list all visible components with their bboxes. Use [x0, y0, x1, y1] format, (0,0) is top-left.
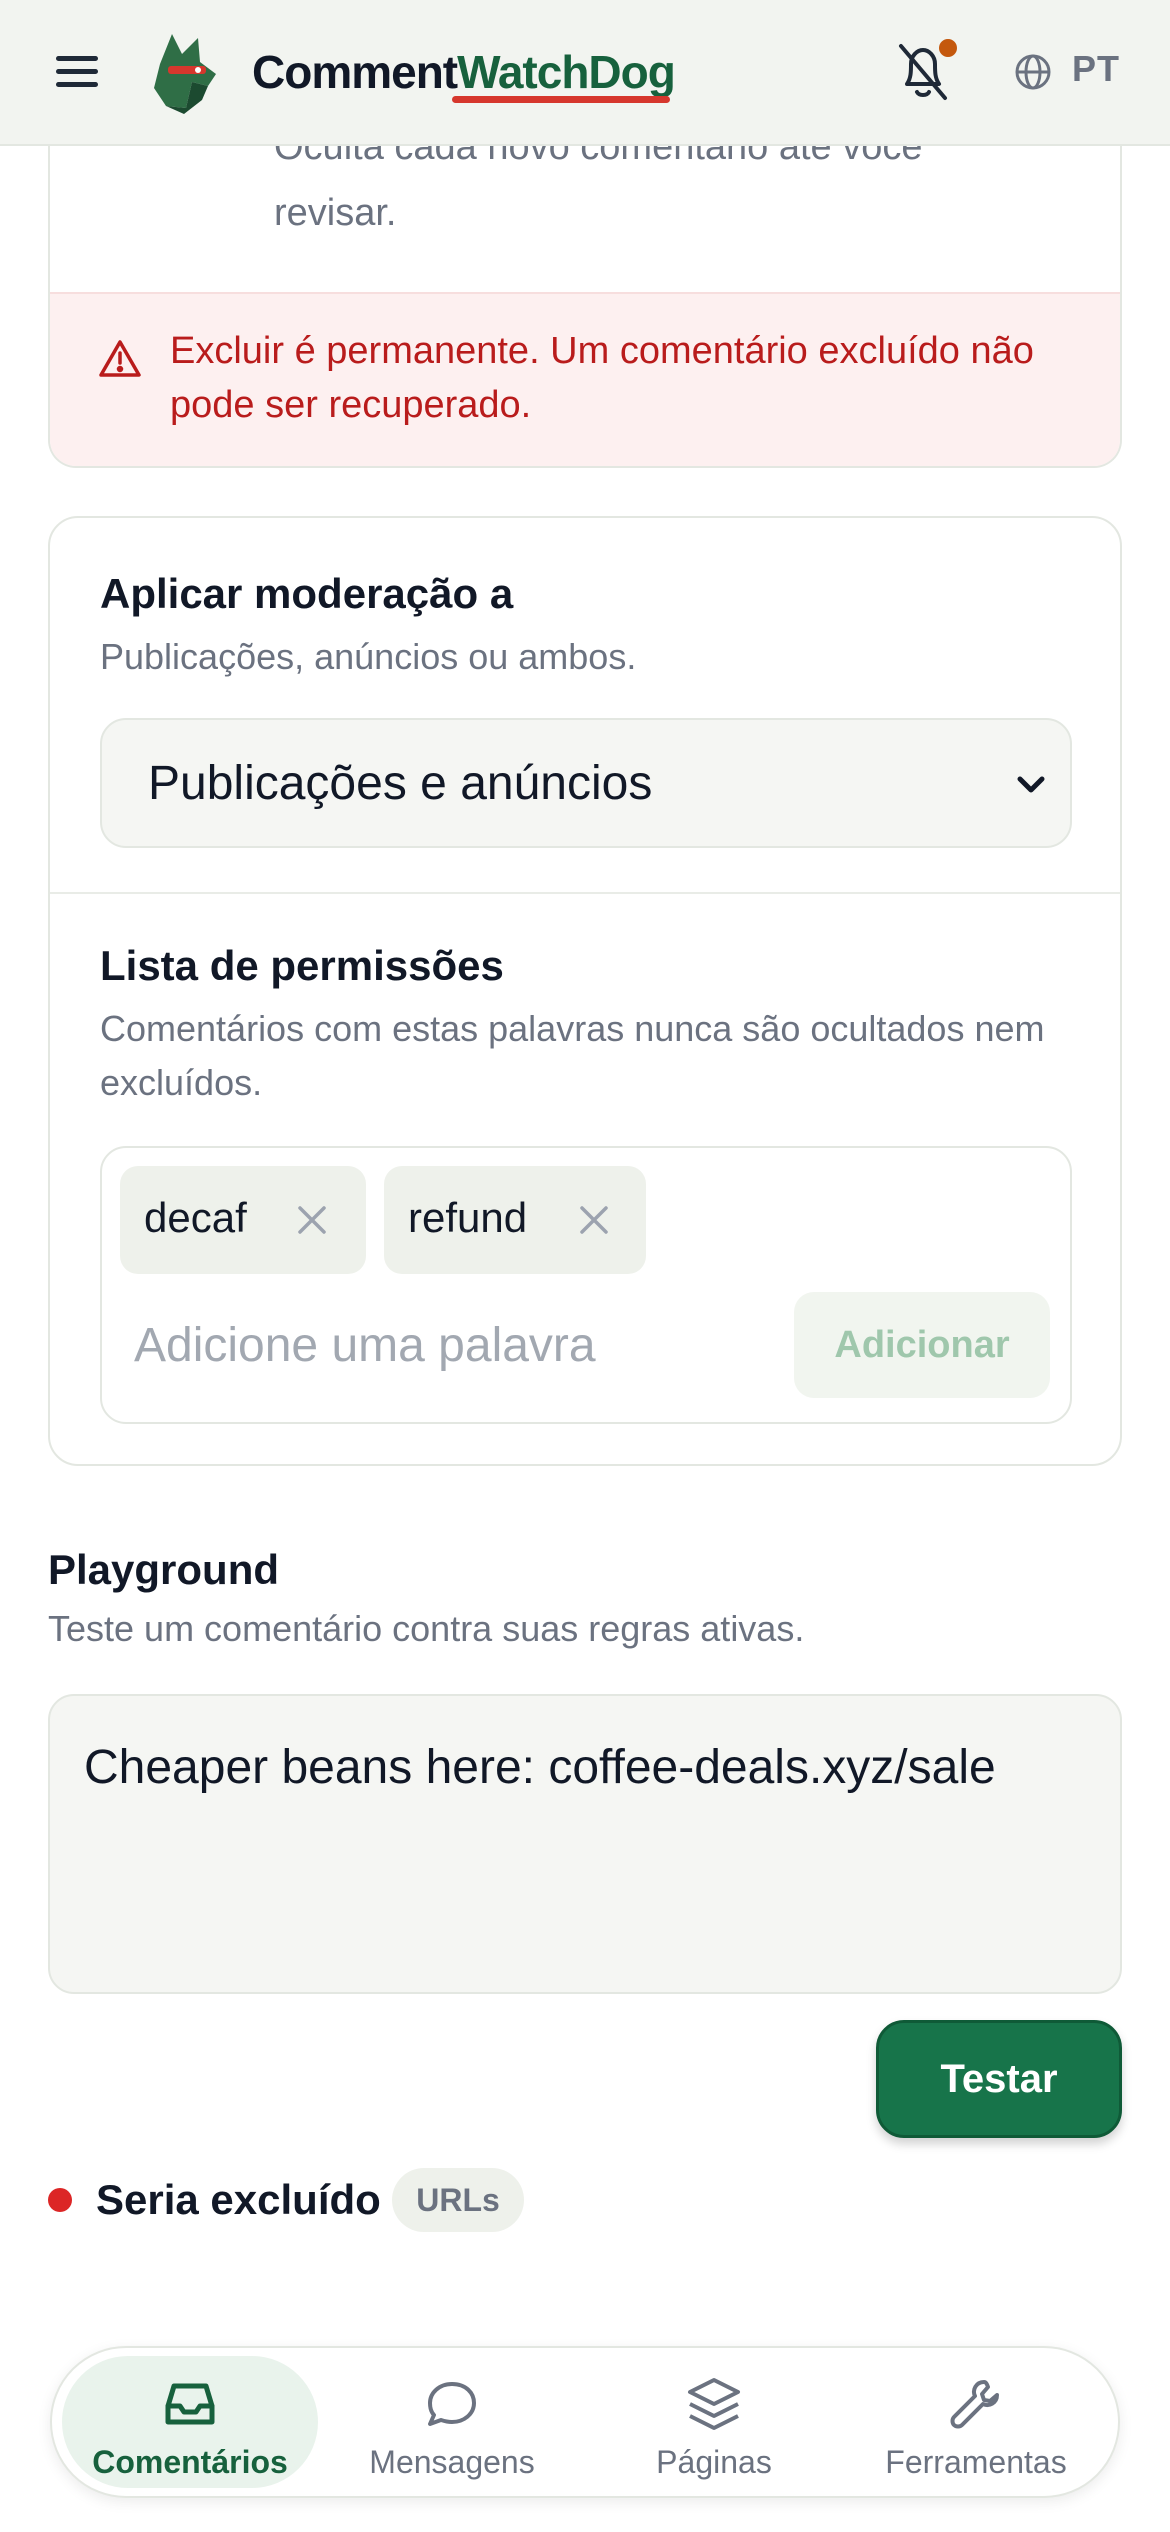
brand-underline: [452, 96, 670, 103]
select-value: Publicações e anúncios: [148, 757, 653, 810]
warning-text: Excluir é permanente. Um comentário excl…: [170, 330, 1034, 426]
menu-icon[interactable]: [54, 52, 104, 92]
tag-label: decaf: [144, 1194, 247, 1241]
watchdog-logo-icon: [154, 34, 216, 114]
brand-name[interactable]: CommentWatchDog: [252, 44, 676, 100]
inbox-icon: [165, 2383, 215, 2425]
notification-dot: [936, 36, 960, 60]
nav-item-mensagens[interactable]: Mensagens: [324, 2356, 580, 2488]
remove-tag-icon[interactable]: [574, 1200, 614, 1240]
moderation-settings-card: Aplicar moderação a Publicações, anúncio…: [48, 516, 1122, 1466]
nav-label: Páginas: [656, 2444, 772, 2480]
playground-title: Playground: [48, 1546, 280, 1593]
moderation-scope-title: Aplicar moderação a: [100, 570, 514, 617]
chevron-down-icon: [1017, 776, 1045, 793]
allowlist-description: Comentários com estas palavras nunca são…: [100, 1008, 1045, 1103]
delete-warning-banner: Excluir é permanente. Um comentário excl…: [50, 292, 1120, 466]
add-word-input[interactable]: Adicione uma palavra: [134, 1318, 596, 1373]
playground-input-value: Cheaper beans here: coffee-deals.xyz/sal…: [84, 1741, 996, 1794]
add-word-button[interactable]: Adicionar: [794, 1292, 1050, 1398]
moderation-scope-select[interactable]: Publicações e anúncios: [100, 718, 1072, 848]
app-header: CommentWatchDog PT: [0, 0, 1170, 146]
nav-label: Mensagens: [369, 2444, 535, 2480]
playground-description: Teste um comentário contra suas regras a…: [48, 1608, 805, 1649]
globe-icon[interactable]: [1013, 52, 1053, 92]
nav-item-ferramentas[interactable]: Ferramentas: [848, 2356, 1104, 2488]
allowlist-title: Lista de permissões: [100, 942, 504, 989]
test-button[interactable]: Testar: [876, 2020, 1122, 2138]
moderation-scope-description: Publicações, anúncios ou ambos.: [100, 636, 637, 677]
remove-tag-icon[interactable]: [292, 1200, 332, 1240]
nav-item-comentarios[interactable]: Comentários: [62, 2356, 318, 2488]
nav-label: Comentários: [92, 2444, 288, 2480]
wrench-icon: [950, 2380, 999, 2429]
nav-label: Ferramentas: [885, 2444, 1067, 2480]
tag-label: refund: [408, 1194, 528, 1241]
nav-item-paginas[interactable]: Páginas: [586, 2356, 842, 2488]
tag-chip: decaf: [120, 1166, 366, 1274]
chat-bubble-icon: [428, 2382, 476, 2426]
allowlist-tag-box: decaf refund Adicione uma palavra Adicio…: [100, 1146, 1072, 1424]
result-reason-badge: URLs: [392, 2168, 524, 2232]
result-label: Seria excluído: [96, 2176, 381, 2223]
warning-triangle-icon: [99, 340, 141, 377]
layers-icon: [688, 2378, 740, 2430]
language-selector[interactable]: PT: [1072, 48, 1120, 90]
bottom-navigation: Comentários Mensagens Páginas Ferramenta…: [50, 2346, 1120, 2498]
playground-textarea[interactable]: Cheaper beans here: coffee-deals.xyz/sal…: [48, 1694, 1122, 1994]
tag-chip: refund: [384, 1166, 646, 1274]
result-status-dot: [48, 2188, 72, 2212]
section-divider: [50, 892, 1120, 894]
delete-mode-card: Oculta cada novo comentário até você rev…: [48, 100, 1122, 468]
